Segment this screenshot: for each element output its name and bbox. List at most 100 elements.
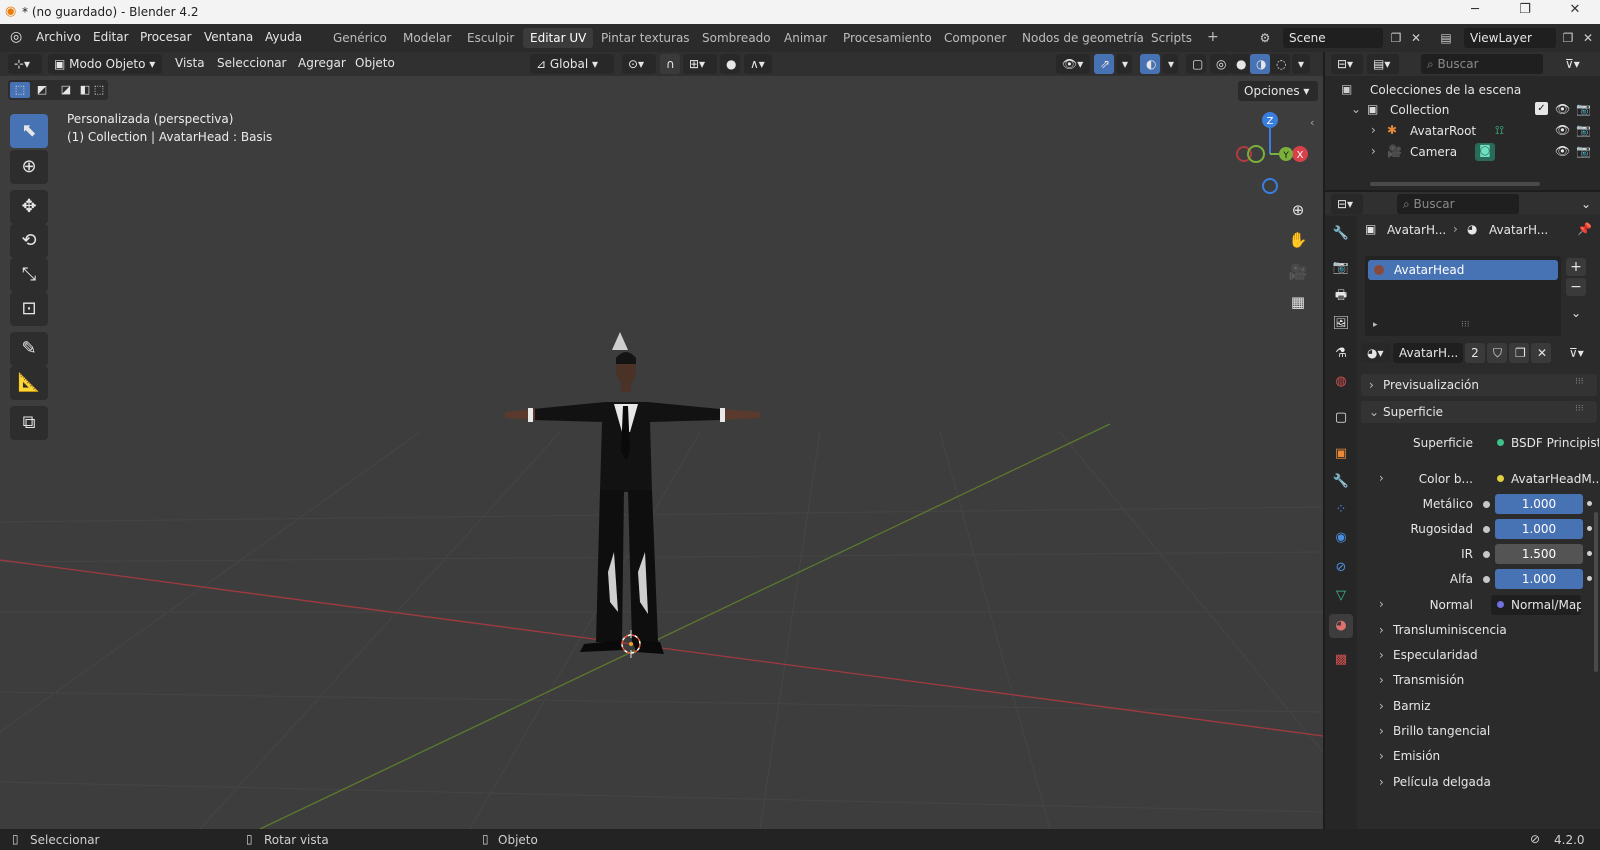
ior-field[interactable]: 1.500: [1495, 544, 1583, 564]
tab-editar-uv[interactable]: Editar UV: [523, 28, 594, 48]
solid-shading-button[interactable]: ●: [1230, 54, 1250, 74]
cursor-tool[interactable]: ⊕: [10, 150, 48, 184]
constraints-tab-icon[interactable]: ⊘: [1329, 556, 1353, 580]
menu-ventana[interactable]: Ventana: [204, 30, 253, 44]
alpha-slider[interactable]: 1.000: [1495, 569, 1583, 589]
move-tool[interactable]: ✥: [10, 190, 48, 224]
drag-handle-icon[interactable]: ⁝⁝⁝: [1575, 377, 1584, 387]
surface-shader-link[interactable]: BSDF Principista: [1491, 433, 1599, 453]
normal-link[interactable]: Normal/Map: [1491, 595, 1581, 615]
outliner-search-input[interactable]: ⌕ Buscar: [1421, 54, 1543, 74]
pan-view-button[interactable]: ✋: [1284, 226, 1312, 254]
measure-tool[interactable]: 📐: [10, 366, 48, 400]
browse-material-dropdown[interactable]: ◕▾: [1361, 343, 1391, 363]
keyframe-dot-icon[interactable]: [1587, 526, 1592, 531]
material-slot-row[interactable]: AvatarHead: [1368, 260, 1558, 280]
blender-menu-icon[interactable]: ◎: [10, 29, 22, 45]
surface-section-header[interactable]: ⌄ Superficie ⁝⁝⁝: [1361, 401, 1597, 423]
render-tab-icon[interactable]: 📷: [1329, 256, 1353, 280]
properties-search-input[interactable]: ⌕ Buscar: [1397, 194, 1519, 214]
select-intersect-icon[interactable]: ⬚: [92, 82, 106, 98]
subpanel-transmision[interactable]: › Transmisión: [1365, 670, 1595, 692]
maximize-button[interactable]: ❐: [1502, 2, 1548, 22]
perspective-toggle-button[interactable]: ▦: [1284, 288, 1312, 316]
delete-viewlayer-icon[interactable]: ✕: [1578, 28, 1598, 48]
new-viewlayer-icon[interactable]: ❐: [1558, 28, 1578, 48]
subpanel-brillo-tangencial[interactable]: › Brillo tangencial: [1365, 721, 1595, 743]
data-tab-icon[interactable]: ▽: [1329, 584, 1353, 608]
close-button[interactable]: ✕: [1552, 2, 1598, 22]
remove-material-slot-button[interactable]: −: [1566, 278, 1586, 296]
drag-handle-icon[interactable]: ⁝⁝⁝: [1575, 404, 1584, 414]
filter-dropdown[interactable]: ⊽▾: [1559, 54, 1591, 74]
mode-dropdown[interactable]: ▣ Modo Objeto ▾: [48, 54, 162, 74]
add-cube-tool[interactable]: ⧉: [10, 406, 48, 440]
subpanel-pelicula-delgada[interactable]: › Película delgada: [1365, 772, 1595, 794]
tab-esculpir[interactable]: Esculpir: [460, 28, 521, 48]
select-new-icon[interactable]: ⬚: [10, 82, 30, 98]
menu-objeto[interactable]: Objeto: [355, 56, 395, 70]
overlays-dropdown[interactable]: ▾: [1162, 54, 1178, 74]
pivot-point-dropdown[interactable]: ⊙▾: [622, 54, 656, 74]
unlink-material-icon[interactable]: ✕: [1531, 343, 1551, 363]
scale-tool[interactable]: ⤡: [10, 258, 48, 292]
material-specials-dropdown[interactable]: ⌄: [1566, 304, 1586, 322]
tab-sombreado[interactable]: Sombreado: [695, 28, 778, 48]
editor-type-dropdown[interactable]: ⊹▾: [8, 54, 42, 74]
preview-section-header[interactable]: › Previsualización ⁝⁝⁝: [1361, 374, 1597, 396]
new-scene-icon[interactable]: ❐: [1386, 28, 1406, 48]
render-camera-icon[interactable]: 📷: [1576, 144, 1591, 158]
transform-tool[interactable]: ⊡: [10, 292, 48, 326]
zoom-view-button[interactable]: ⊕: [1284, 196, 1312, 224]
gizmo-dropdown[interactable]: ▾: [1116, 54, 1132, 74]
tab-pintar-texturas[interactable]: Pintar texturas: [594, 28, 697, 48]
subpanel-emision[interactable]: › Emisión: [1365, 746, 1595, 768]
shading-dropdown[interactable]: ▾: [1292, 54, 1310, 74]
proportional-falloff-dropdown[interactable]: ∧▾: [744, 54, 772, 74]
menu-seleccionar[interactable]: Seleccionar: [217, 56, 286, 70]
proportional-edit-toggle[interactable]: ●: [720, 54, 740, 74]
snap-toggle[interactable]: ∩: [660, 54, 680, 74]
menu-editar[interactable]: Editar: [93, 30, 129, 44]
render-camera-icon[interactable]: 📷: [1576, 102, 1591, 116]
subpanel-transluminiscencia[interactable]: › Transluminiscencia: [1365, 620, 1595, 642]
tool-tab-icon[interactable]: 🔧: [1329, 222, 1353, 246]
chevron-right-icon[interactable]: ›: [1371, 123, 1376, 137]
properties-options-dropdown[interactable]: ⌄: [1575, 194, 1595, 214]
keyframe-dot-icon[interactable]: [1587, 551, 1592, 556]
pin-icon[interactable]: 📌: [1577, 222, 1592, 236]
tab-componer[interactable]: Componer: [937, 28, 1013, 48]
rendered-shading-button[interactable]: ◌: [1270, 54, 1290, 74]
scene-tab-icon[interactable]: ⚗: [1329, 342, 1353, 366]
visibility-dropdown[interactable]: 👁▾: [1056, 54, 1090, 74]
keyframe-dot-icon[interactable]: [1587, 576, 1592, 581]
outliner-row-collection[interactable]: ⌄ ▣ Collection ✓ 👁 📷: [1325, 100, 1600, 120]
subpanel-especularidad[interactable]: › Especularidad: [1365, 645, 1595, 667]
tab-modelar[interactable]: Modelar: [396, 28, 458, 48]
viewlayer-field[interactable]: ViewLayer: [1464, 28, 1556, 48]
output-tab-icon[interactable]: 🖶: [1329, 284, 1353, 308]
xray-toggle[interactable]: ▢: [1186, 54, 1206, 74]
tab-procesamiento[interactable]: Procesamiento: [836, 28, 939, 48]
user-count-button[interactable]: 2: [1465, 343, 1485, 363]
select-subtract-icon[interactable]: ◪: [56, 82, 76, 98]
eye-icon[interactable]: 👁: [1555, 123, 1570, 137]
scene-collection-row[interactable]: ▣ Colecciones de la escena: [1325, 80, 1600, 100]
modifier-tab-icon[interactable]: 🔧: [1329, 470, 1353, 494]
chevron-down-icon[interactable]: ⌄: [1351, 102, 1361, 116]
list-expand-icon[interactable]: ▸: [1373, 320, 1378, 330]
material-shading-button[interactable]: ◑: [1250, 54, 1270, 74]
add-material-slot-button[interactable]: +: [1566, 258, 1586, 276]
material-filter-dropdown[interactable]: ⊽▾: [1563, 343, 1595, 363]
world-tab-icon[interactable]: ◍: [1329, 370, 1353, 394]
menu-agregar[interactable]: Agregar: [298, 56, 346, 70]
gizmo-toggle[interactable]: ⇗: [1094, 54, 1114, 74]
tab-scripts[interactable]: Scripts: [1144, 28, 1199, 48]
scene-field[interactable]: Scene: [1283, 28, 1383, 48]
select-invert-icon[interactable]: ◧: [78, 82, 92, 98]
tab-generico[interactable]: Genérico: [326, 28, 394, 48]
eye-icon[interactable]: 👁: [1555, 144, 1570, 158]
3d-viewport[interactable]: ⊹▾ ▣ Modo Objeto ▾ Vista Seleccionar Agr…: [0, 52, 1323, 829]
scene-selector-icon[interactable]: ⚙: [1255, 28, 1275, 48]
chevron-right-icon[interactable]: ›: [1379, 471, 1384, 485]
